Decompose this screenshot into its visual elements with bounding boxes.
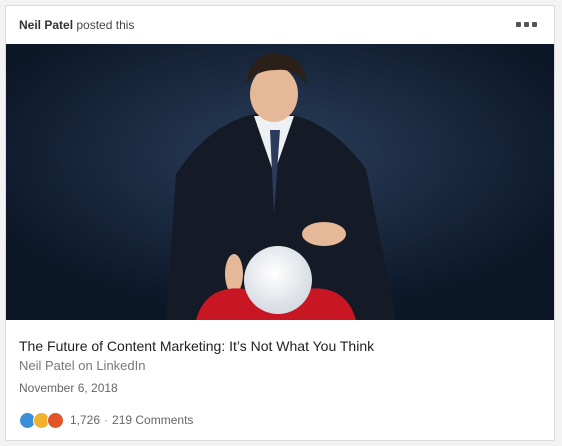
- article-image[interactable]: [6, 44, 554, 320]
- separator: ·: [104, 413, 109, 427]
- reaction-count[interactable]: 1,726: [70, 413, 100, 427]
- poster-line: Neil Patel posted this: [19, 18, 134, 32]
- post-header: Neil Patel posted this: [6, 6, 554, 44]
- reaction-icons[interactable]: [19, 411, 64, 429]
- poster-name[interactable]: Neil Patel: [19, 18, 73, 32]
- comment-count[interactable]: 219 Comments: [112, 413, 193, 427]
- more-options-icon[interactable]: [516, 22, 538, 28]
- crystal-ball-photo: [6, 44, 554, 320]
- article-date: November 6, 2018: [19, 381, 118, 395]
- social-counts: 1,726 · 219 Comments: [19, 411, 193, 429]
- poster-action: posted this: [76, 18, 135, 32]
- post-card: Neil Patel posted this The Future of Con…: [5, 5, 555, 441]
- love-icon: [47, 411, 64, 429]
- article-title[interactable]: The Future of Content Marketing: It’s No…: [19, 338, 374, 354]
- article-source[interactable]: Neil Patel on LinkedIn: [19, 358, 145, 373]
